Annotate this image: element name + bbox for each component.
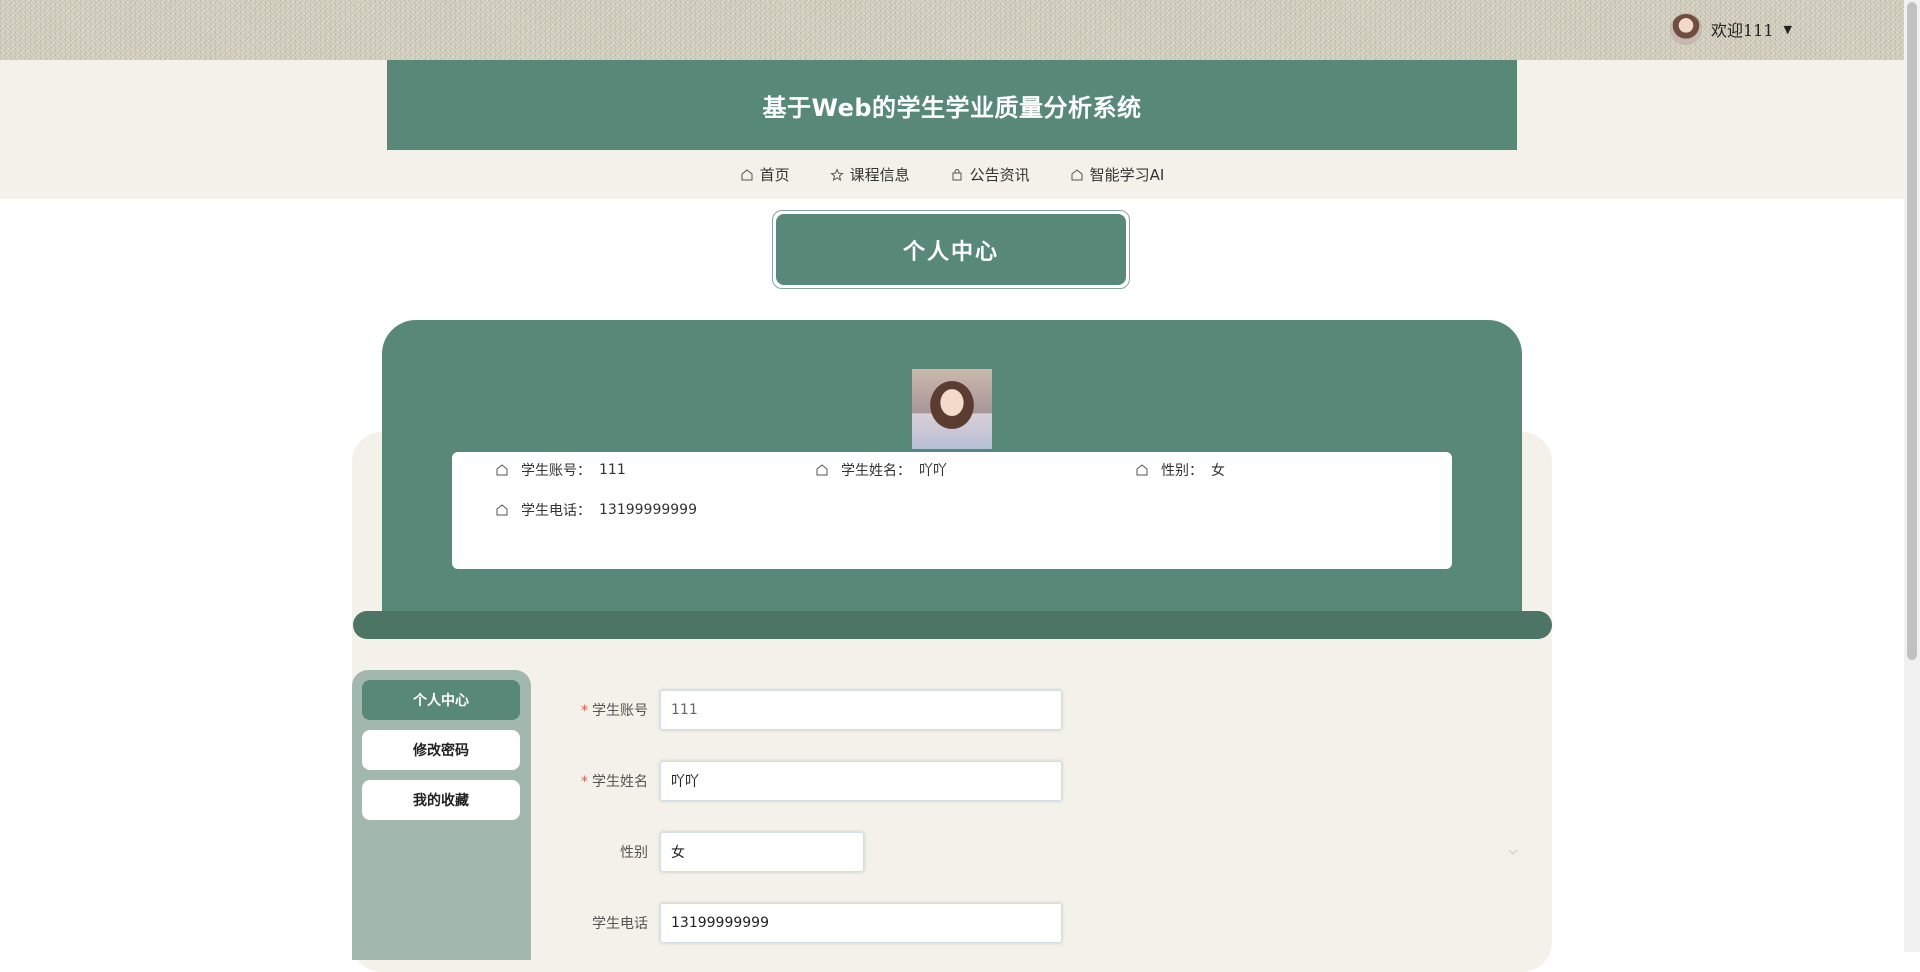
form-row-name: * 学生姓名 (560, 761, 1062, 801)
name-input[interactable] (660, 761, 1062, 801)
page-title-frame: 个人中心 (772, 210, 1130, 289)
profile-info-label: 学生姓名： (841, 463, 911, 479)
scrollbar-thumb[interactable] (1907, 2, 1917, 660)
required-mark: * (581, 703, 588, 719)
account-label: * 学生账号 (581, 703, 648, 719)
profile-info-label: 学生电话： (521, 503, 591, 519)
home-icon (1071, 168, 1083, 180)
home-icon (496, 464, 508, 476)
nav-item-label: 课程信息 (849, 166, 910, 184)
sidebar-item-profile[interactable]: 个人中心 (362, 680, 520, 720)
profile-info-item: 学生账号： 111 (495, 460, 626, 480)
home-icon (496, 504, 508, 516)
profile-info-value: 111 (599, 462, 626, 478)
profile-info-item: 学生电话： 13199999999 (495, 500, 697, 520)
nav-item-announcements[interactable]: 公告资讯 (950, 164, 1030, 185)
nav-item-label: 智能学习AI (1089, 166, 1165, 184)
home-icon (741, 168, 753, 180)
name-label: * 学生姓名 (581, 774, 648, 790)
phone-label: 学生电话 (592, 916, 648, 932)
sidebar: 个人中心 修改密码 我的收藏 (352, 670, 531, 960)
profile-info-value: 吖吖 (919, 463, 947, 479)
page-scrollbar[interactable] (1904, 0, 1920, 952)
page-title: 个人中心 (776, 214, 1126, 285)
gender-label: 性别 (620, 845, 648, 861)
required-mark: * (581, 774, 588, 790)
account-input[interactable] (660, 690, 1062, 730)
bag-icon (952, 168, 962, 180)
nav-item-courses[interactable]: 课程信息 (829, 164, 910, 185)
profile-info-label: 学生账号： (521, 463, 591, 479)
user-avatar[interactable] (1670, 14, 1701, 44)
nav-item-ai[interactable]: 智能学习AI (1070, 164, 1165, 185)
user-menu[interactable]: 欢迎111 ▼ (1670, 14, 1792, 44)
site-title-banner: 基于Web的学生学业质量分析系统 (387, 60, 1517, 150)
top-bar: 欢迎111 ▼ (0, 0, 1904, 60)
caret-down-icon[interactable]: ▼ (1784, 23, 1792, 36)
star-icon (829, 167, 844, 181)
form-row-gender: 性别 女 (560, 832, 864, 872)
profile-info-value: 女 (1211, 463, 1225, 479)
form-row-phone: 学生电话 (560, 903, 1062, 943)
profile-info-box: 学生账号： 111 学生姓名： 吖吖 性别： 女 学生电话： 131999999… (452, 452, 1452, 569)
profile-info-value: 13199999999 (599, 502, 697, 518)
chevron-down-icon[interactable] (1507, 846, 1519, 858)
nav-item-label: 首页 (759, 166, 790, 184)
nav-item-home[interactable]: 首页 (740, 164, 790, 185)
welcome-text[interactable]: 欢迎111 (1711, 17, 1774, 41)
profile-avatar (912, 369, 992, 449)
sidebar-item-change-password[interactable]: 修改密码 (362, 730, 520, 770)
profile-card-base (353, 611, 1552, 639)
home-icon (816, 464, 828, 476)
nav-item-label: 公告资讯 (969, 166, 1030, 184)
site-title: 基于Web的学生学业质量分析系统 (762, 93, 1142, 122)
profile-info-label: 性别： (1161, 463, 1203, 479)
phone-input[interactable] (660, 903, 1062, 943)
gender-select[interactable]: 女 (660, 832, 864, 872)
sidebar-item-favorites[interactable]: 我的收藏 (362, 780, 520, 820)
home-icon (1136, 464, 1148, 476)
form-row-account: * 学生账号 (560, 690, 1062, 730)
profile-info-item: 学生姓名： 吖吖 (815, 460, 947, 480)
main-nav: 首页 课程信息 公告资讯 智能学习AI (0, 150, 1904, 199)
profile-info-item: 性别： 女 (1135, 460, 1225, 480)
